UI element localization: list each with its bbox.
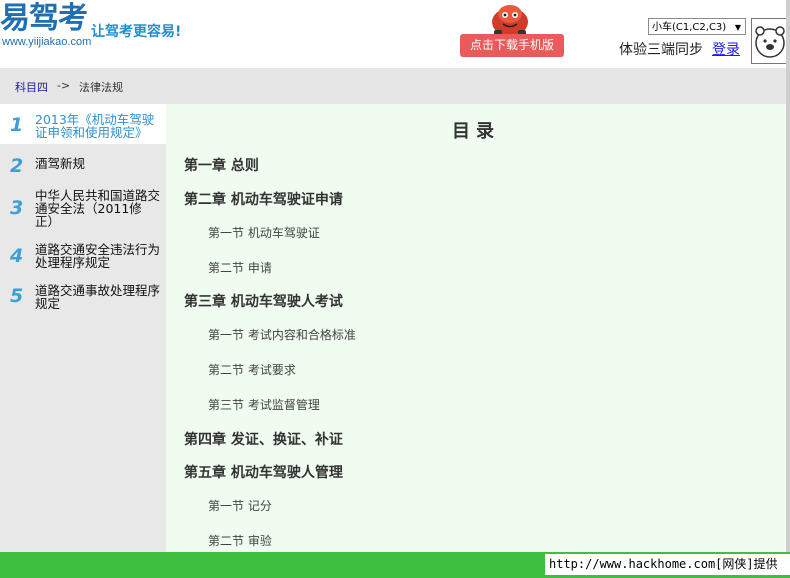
- chevron-down-icon: ▼: [734, 23, 741, 32]
- toc-chapter[interactable]: 第三章 机动车驾驶人考试: [184, 291, 343, 311]
- sidebar-item-label: 道路交通事故处理程序规定: [35, 283, 161, 311]
- toc-section[interactable]: 第一节 记分: [208, 497, 272, 514]
- sidebar-item-drunk-driving[interactable]: 2 酒驾新规: [0, 150, 166, 178]
- sidebar-item-number: 1: [10, 114, 24, 136]
- site-url: www.yiijiakao.com: [2, 36, 92, 48]
- sidebar-item-label: 2013年《机动车驾驶证申领和使用规定》: [35, 112, 155, 140]
- sidebar-item-license-rules[interactable]: 1 2013年《机动车驾驶证申领和使用规定》: [0, 104, 166, 144]
- toc-section[interactable]: 第一节 机动车驾驶证: [208, 224, 320, 241]
- slogan: 让驾考更容易!: [91, 24, 182, 40]
- breadcrumb-subject-link[interactable]: 科目四: [15, 79, 48, 95]
- sidebar-item-number: 3: [10, 197, 24, 219]
- download-mobile-button[interactable]: 点击下载手机版: [460, 34, 564, 57]
- toc-chapter[interactable]: 第五章 机动车驾驶人管理: [184, 462, 343, 482]
- sidebar-item-traffic-law[interactable]: 3 中华人民共和国道路交通安全法（2011修正）: [0, 186, 166, 230]
- sidebar: 1 2013年《机动车驾驶证申领和使用规定》 2 酒驾新规 3 中华人民共和国道…: [0, 104, 166, 552]
- sidebar-item-number: 2: [10, 155, 24, 177]
- toc-chapter[interactable]: 第四章 发证、换证、补证: [184, 429, 343, 449]
- toc-section[interactable]: 第一节 考试内容和合格标准: [208, 326, 356, 343]
- mascot-car-icon: [492, 5, 528, 36]
- toc-chapter[interactable]: 第二章 机动车驾驶证申请: [184, 189, 343, 209]
- sync-text: 体验三端同步: [619, 42, 703, 58]
- sidebar-item-accident-procedure[interactable]: 5 道路交通事故处理程序规定: [0, 282, 166, 314]
- sidebar-item-number: 5: [10, 285, 24, 307]
- breadcrumb-separator: ->: [57, 79, 71, 92]
- login-link[interactable]: 登录: [712, 39, 740, 59]
- toc-section[interactable]: 第二节 考试要求: [208, 361, 296, 378]
- sidebar-item-violation-procedure[interactable]: 4 道路交通安全违法行为处理程序规定: [0, 240, 166, 272]
- toc-panel: 目录 第一章 总则 第二章 机动车驾驶证申请 第一节 机动车驾驶证 第二节 申请…: [166, 104, 786, 552]
- toc-section[interactable]: 第二节 审验: [208, 532, 272, 549]
- car-type-select[interactable]: 小车(C1,C2,C3) ▼: [648, 18, 746, 35]
- site-logo[interactable]: 易驾考: [0, 2, 88, 36]
- sidebar-item-label: 中华人民共和国道路交通安全法（2011修正）: [35, 188, 161, 229]
- footer-bar: http://www.hackhome.com[网侠]提供: [0, 552, 790, 578]
- avatar[interactable]: [751, 18, 789, 64]
- breadcrumb-current: 法律法规: [79, 81, 123, 94]
- watermark-text: http://www.hackhome.com[网侠]提供: [545, 554, 790, 575]
- sidebar-item-number: 4: [10, 245, 24, 267]
- toc-section[interactable]: 第二节 申请: [208, 259, 272, 276]
- car-type-value: 小车(C1,C2,C3): [652, 22, 727, 33]
- scrollbar-edge[interactable]: [786, 0, 790, 552]
- sidebar-item-label: 酒驾新规: [35, 156, 86, 171]
- breadcrumb: 科目四 -> 法律法规: [0, 68, 790, 104]
- toc-title: 目录: [452, 121, 500, 142]
- toc-section[interactable]: 第三节 考试监督管理: [208, 396, 320, 413]
- sidebar-item-label: 道路交通安全违法行为处理程序规定: [35, 242, 161, 270]
- header: 易驾考 www.yiijiakao.com 让驾考更容易! 点击下载手机版 小车…: [0, 0, 790, 68]
- toc-chapter[interactable]: 第一章 总则: [184, 155, 259, 175]
